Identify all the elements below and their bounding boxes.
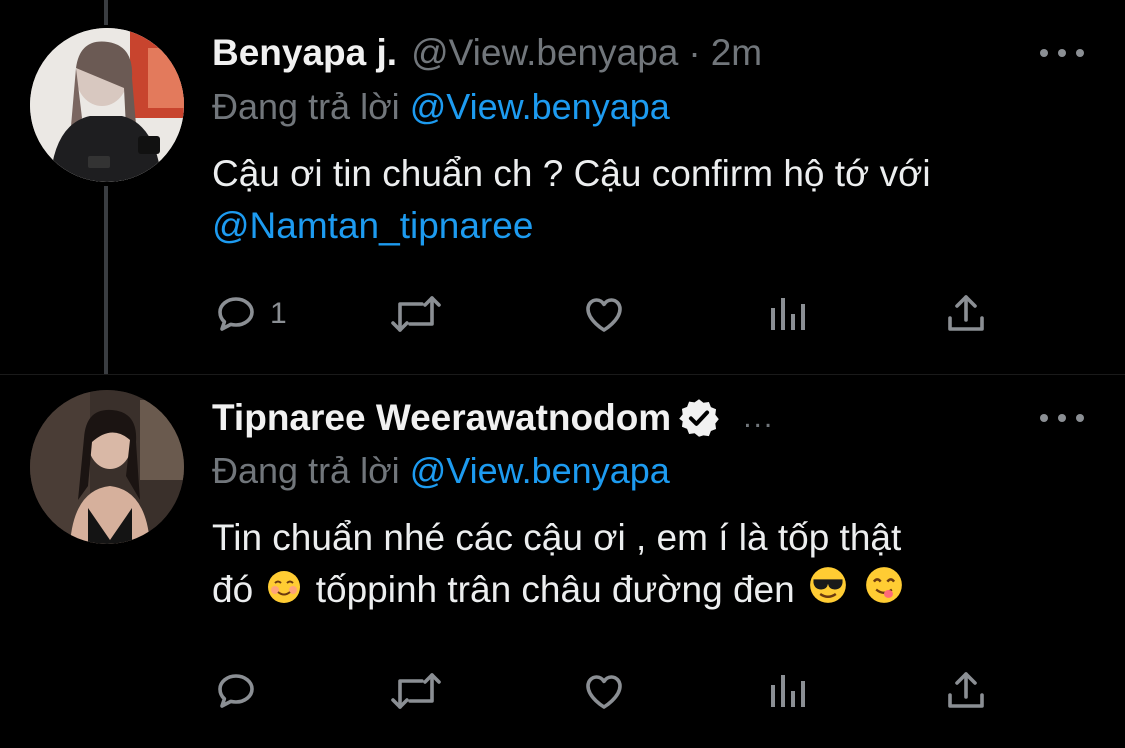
analytics-icon	[771, 298, 805, 330]
share-button[interactable]	[942, 288, 990, 340]
display-name[interactable]: Benyapa j.	[212, 32, 397, 74]
replying-prefix: Đang trả lời	[212, 86, 400, 127]
retweet-button[interactable]	[388, 288, 444, 340]
tweet[interactable]: Benyapa j. @View.benyapa · 2m Đang trả l…	[0, 0, 1125, 375]
avatar[interactable]	[30, 390, 184, 544]
tweet-text: Tin chuẩn nhé các cậu ơi , em í là tốp t…	[212, 512, 1092, 618]
mention-link[interactable]: @Namtan_tipnaree	[212, 205, 533, 246]
action-bar	[212, 665, 1002, 717]
like-button[interactable]	[580, 288, 628, 340]
replying-to-link[interactable]: @View.benyapa	[410, 86, 670, 127]
tweet-header: Benyapa j. @View.benyapa · 2m	[212, 23, 762, 83]
like-icon	[586, 298, 622, 332]
tweet[interactable]: Tipnaree Weerawatnodom ... Đang trả lời …	[0, 375, 1125, 748]
reply-icon	[218, 297, 254, 331]
replying-to-line: Đang trả lời @View.benyapa	[212, 86, 670, 128]
timestamp[interactable]: 2m	[711, 32, 762, 74]
tweet-text-segment: đó	[212, 569, 254, 610]
yum-emoji-icon	[865, 566, 903, 618]
thread-line	[104, 0, 108, 25]
reply-button[interactable]	[212, 665, 270, 717]
share-icon	[948, 295, 984, 331]
retweet-button[interactable]	[388, 665, 444, 717]
display-name[interactable]: Tipnaree Weerawatnodom	[212, 397, 671, 439]
reply-icon	[218, 674, 254, 708]
smiling-emoji-icon	[267, 566, 301, 618]
analytics-button[interactable]	[764, 665, 812, 717]
sunglasses-emoji-icon	[809, 566, 847, 618]
tweet-text: Cậu ơi tin chuẩn ch ? Cậu confirm hộ tớ …	[212, 148, 1092, 252]
retweet-icon	[391, 296, 441, 332]
tweet-text-line: Tin chuẩn nhé các cậu ơi , em í là tốp t…	[212, 517, 902, 558]
share-button[interactable]	[942, 665, 990, 717]
reply-count: 1	[270, 297, 287, 330]
user-handle[interactable]: @View.benyapa	[411, 32, 678, 74]
share-icon	[948, 672, 984, 708]
separator-dot: ·	[688, 32, 701, 73]
analytics-button[interactable]	[764, 288, 812, 340]
tweet-text-segment: tốppinh trân châu đường đen	[315, 569, 795, 610]
tweet-header: Tipnaree Weerawatnodom ...	[212, 388, 774, 448]
reply-button[interactable]: 1	[212, 288, 287, 340]
like-icon	[586, 675, 622, 709]
more-icon[interactable]	[1040, 38, 1084, 68]
replying-to-line: Đang trả lời @View.benyapa	[212, 450, 670, 492]
tweet-text-line: Cậu ơi tin chuẩn ch ? Cậu confirm hộ tớ …	[212, 153, 931, 194]
action-bar: 1	[212, 288, 1002, 340]
like-button[interactable]	[580, 665, 628, 717]
analytics-icon	[771, 675, 805, 707]
more-icon[interactable]	[1040, 403, 1084, 433]
avatar[interactable]	[30, 28, 184, 182]
replying-prefix: Đang trả lời	[212, 450, 400, 491]
name-truncation: ...	[743, 401, 775, 434]
replying-to-link[interactable]: @View.benyapa	[410, 450, 670, 491]
verified-badge-icon	[677, 396, 721, 440]
thread-line	[104, 186, 108, 374]
retweet-icon	[391, 673, 441, 709]
